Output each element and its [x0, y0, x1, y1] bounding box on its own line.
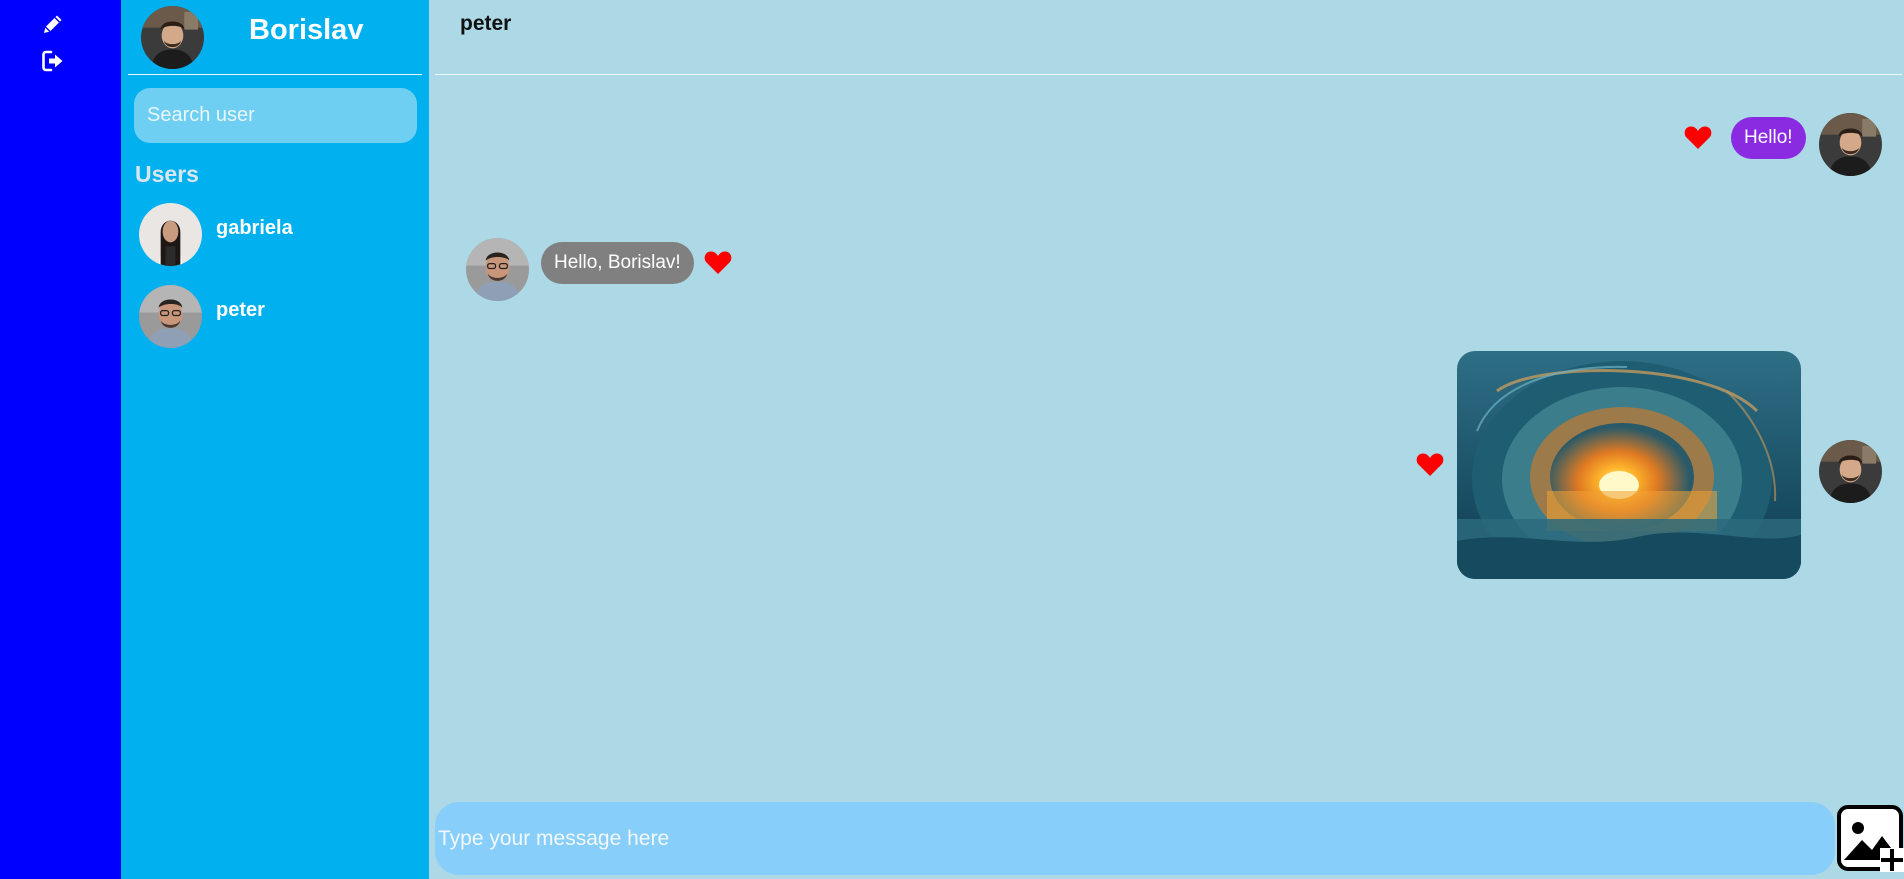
- avatar: [466, 238, 529, 301]
- message-input[interactable]: [435, 802, 1835, 875]
- add-image-icon[interactable]: [1836, 804, 1904, 872]
- message-bubble-received: Hello, Borislav!: [541, 242, 694, 284]
- heart-icon[interactable]: [704, 250, 732, 275]
- user-list-item-peter[interactable]: peter: [139, 285, 409, 351]
- user-name: peter: [216, 299, 265, 321]
- search-user-input[interactable]: [134, 88, 417, 143]
- avatar: [139, 203, 202, 266]
- message-bubble-sent: Hello!: [1731, 117, 1806, 159]
- current-user-avatar[interactable]: [141, 6, 204, 69]
- sidebar-divider: [128, 74, 422, 75]
- message-image[interactable]: [1457, 351, 1801, 579]
- nav-rail: [0, 0, 121, 879]
- avatar: [139, 285, 202, 348]
- avatar: [1819, 113, 1882, 176]
- current-user-name: Borislav: [249, 14, 364, 46]
- user-name: gabriela: [216, 217, 293, 239]
- user-list-item-gabriela[interactable]: gabriela: [139, 203, 409, 269]
- chat-divider: [435, 74, 1902, 75]
- pencil-icon[interactable]: [41, 12, 65, 36]
- users-heading: Users: [135, 161, 199, 187]
- heart-icon[interactable]: [1416, 452, 1444, 477]
- chat-panel: peter Hello! Hello, Borislav!: [429, 0, 1904, 879]
- sign-out-icon[interactable]: [41, 49, 65, 73]
- sidebar: Borislav Users gabriela peter: [121, 0, 429, 879]
- heart-icon[interactable]: [1684, 125, 1712, 150]
- chat-title: peter: [460, 12, 512, 35]
- avatar: [1819, 440, 1882, 503]
